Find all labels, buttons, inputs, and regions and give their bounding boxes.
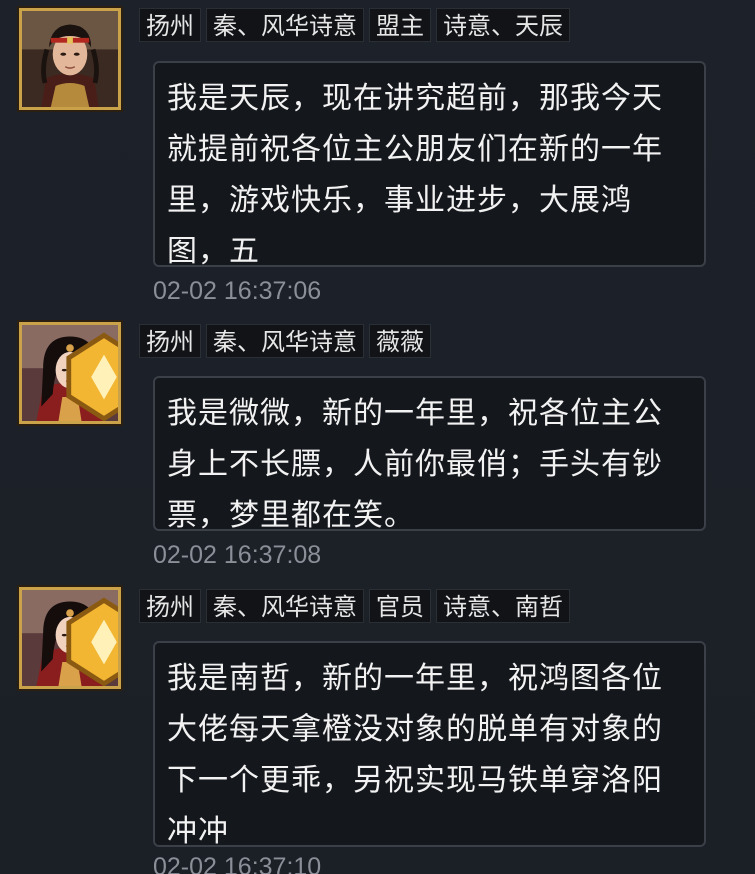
tag-username[interactable]: 诗意、天辰 [436,8,570,42]
user-tags: 扬州 秦、风华诗意 薇薇 [139,324,431,358]
tag-region: 扬州 [139,8,201,42]
rank-badge-icon [66,597,118,686]
message-text: 我是天辰，现在讲究超前，那我今天就提前祝各位主公朋友们在新的一年里，游戏快乐，事… [167,81,663,269]
chat-log: 扬州 秦、风华诗意 盟主 诗意、天辰 我是天辰，现在讲究超前，那我今天就提前祝各… [0,0,755,874]
male-general-portrait [22,11,118,107]
message-bubble: 我是微微，新的一年里，祝各位主公身上不长膘，人前你最俏；手头有钞票，梦里都在笑。 [153,376,706,533]
message-bubble: 我是天辰，现在讲究超前，那我今天就提前祝各位主公朋友们在新的一年里，游戏快乐，事… [153,61,706,269]
tag-alliance: 秦、风华诗意 [206,589,364,623]
tag-region: 扬州 [139,324,201,358]
rank-badge-icon [66,332,118,421]
message-text: 我是南哲，新的一年里，祝鸿图各位大佬每天拿橙没对象的脱单有对象的下一个更乖，另祝… [167,661,663,849]
tag-role: 官员 [369,589,431,623]
message-bubble: 我是南哲，新的一年里，祝鸿图各位大佬每天拿橙没对象的脱单有对象的下一个更乖，另祝… [153,641,706,849]
tag-region: 扬州 [139,589,201,623]
avatar[interactable] [19,587,121,689]
avatar[interactable] [19,8,121,110]
user-tags: 扬州 秦、风华诗意 官员 诗意、南哲 [139,589,570,623]
timestamp: 02-02 16:37:08 [153,541,322,569]
tag-role: 盟主 [369,8,431,42]
avatar[interactable] [19,322,121,424]
tag-alliance: 秦、风华诗意 [206,8,364,42]
user-tags: 扬州 秦、风华诗意 盟主 诗意、天辰 [139,8,570,42]
timestamp: 02-02 16:37:10 [153,853,322,874]
timestamp: 02-02 16:37:06 [153,277,322,305]
tag-alliance: 秦、风华诗意 [206,324,364,358]
message-text: 我是微微，新的一年里，祝各位主公身上不长膘，人前你最俏；手头有钞票，梦里都在笑。 [167,396,663,533]
tag-username[interactable]: 诗意、南哲 [436,589,570,623]
tag-username[interactable]: 薇薇 [369,324,431,358]
